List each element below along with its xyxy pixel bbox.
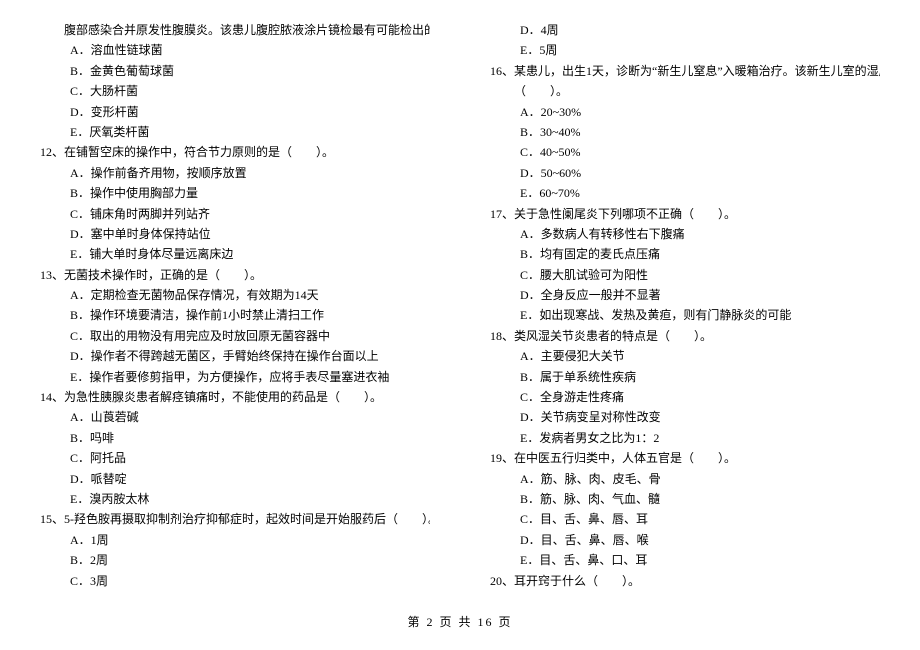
q19-option-d: D．目、舌、鼻、唇、喉: [490, 530, 880, 550]
q19-option-c: C．目、舌、鼻、唇、耳: [490, 509, 880, 529]
q18-option-a: A．主要侵犯大关节: [490, 346, 880, 366]
q18-option-d: D．关节病变呈对称性改变: [490, 407, 880, 427]
q16-option-c: C．40~50%: [490, 142, 880, 162]
q16-option-d: D．50~60%: [490, 163, 880, 183]
q13-option-b: B．操作环境要清洁，操作前1小时禁止清扫工作: [40, 305, 430, 325]
q13-option-d: D．操作者不得跨越无菌区，手臂始终保持在操作台面以上: [40, 346, 430, 366]
q17-option-e: E．如出现寒战、发热及黄疸，则有门静脉炎的可能: [490, 305, 880, 325]
q12-stem: 12、在铺暂空床的操作中，符合节力原则的是（ ）。: [40, 142, 430, 162]
q11-option-a: A．溶血性链球菌: [40, 40, 430, 60]
q12-option-e: E．铺大单时身体尽量远离床边: [40, 244, 430, 264]
q11-option-b: B．金黄色葡萄球菌: [40, 61, 430, 81]
q16-stem: 16、某患儿，出生1天，诊断为“新生儿窒息”入暖箱治疗。该新生儿室的湿度波动范围…: [490, 61, 880, 81]
q15-option-c: C．3周: [40, 571, 430, 591]
q13-stem: 13、无菌技术操作时，正确的是（ ）。: [40, 265, 430, 285]
q12-option-a: A．操作前备齐用物，按顺序放置: [40, 163, 430, 183]
q12-option-d: D．塞中单时身体保持站位: [40, 224, 430, 244]
q11-stem-continuation: 腹部感染合并原发性腹膜炎。该患儿腹腔脓液涂片镜检最有可能检出的致病菌是（ ）。: [40, 20, 430, 40]
q18-option-b: B．属于单系统性疾病: [490, 367, 880, 387]
q18-option-e: E．发病者男女之比为1：2: [490, 428, 880, 448]
q13-option-a: A．定期检查无菌物品保存情况，有效期为14天: [40, 285, 430, 305]
q14-option-d: D．哌替啶: [40, 469, 430, 489]
q12-option-b: B．操作中使用胸部力量: [40, 183, 430, 203]
q14-stem: 14、为急性胰腺炎患者解痉镇痛时，不能使用的药品是（ ）。: [40, 387, 430, 407]
q16-stem-continuation: （ ）。: [490, 81, 880, 101]
q14-option-e: E．溴丙胺太林: [40, 489, 430, 509]
q15-stem: 15、5-羟色胺再摄取抑制剂治疗抑郁症时，起效时间是开始服药后（ ）。: [40, 509, 430, 529]
q19-option-e: E．目、舌、鼻、口、耳: [490, 550, 880, 570]
q18-option-c: C．全身游走性疼痛: [490, 387, 880, 407]
q14-option-c: C．阿托品: [40, 448, 430, 468]
q17-option-b: B．均有固定的麦氏点压痛: [490, 244, 880, 264]
q16-option-e: E．60~70%: [490, 183, 880, 203]
q14-option-b: B．吗啡: [40, 428, 430, 448]
q13-option-e: E．操作者要修剪指甲，为方便操作，应将手表尽量塞进衣袖: [40, 367, 430, 387]
q15-option-b: B．2周: [40, 550, 430, 570]
q11-option-c: C．大肠杆菌: [40, 81, 430, 101]
q16-option-b: B．30~40%: [490, 122, 880, 142]
q15-option-a: A．1周: [40, 530, 430, 550]
q19-stem: 19、在中医五行归类中，人体五官是（ ）。: [490, 448, 880, 468]
q14-option-a: A．山莨菪碱: [40, 407, 430, 427]
q18-stem: 18、类风湿关节炎患者的特点是（ ）。: [490, 326, 880, 346]
q19-option-b: B．筋、脉、肉、气血、髓: [490, 489, 880, 509]
q15-option-e: E．5周: [490, 40, 880, 60]
q11-option-d: D．变形杆菌: [40, 102, 430, 122]
q13-option-c: C．取出的用物没有用完应及时放回原无菌容器中: [40, 326, 430, 346]
q17-option-c: C．腰大肌试验可为阳性: [490, 265, 880, 285]
q15-option-d: D．4周: [490, 20, 880, 40]
page-footer: 第 2 页 共 16 页: [40, 612, 880, 632]
q11-option-e: E．厌氧类杆菌: [40, 122, 430, 142]
exam-page-content: 腹部感染合并原发性腹膜炎。该患儿腹腔脓液涂片镜检最有可能检出的致病菌是（ ）。 …: [40, 20, 880, 600]
q17-option-a: A．多数病人有转移性右下腹痛: [490, 224, 880, 244]
q20-stem: 20、耳开窍于什么（ ）。: [490, 571, 880, 591]
q17-option-d: D．全身反应一般并不显著: [490, 285, 880, 305]
q12-option-c: C．铺床角时两脚并列站齐: [40, 204, 430, 224]
q17-stem: 17、关于急性阑尾炎下列哪项不正确（ ）。: [490, 204, 880, 224]
q16-option-a: A．20~30%: [490, 102, 880, 122]
q19-option-a: A．筋、脉、肉、皮毛、骨: [490, 469, 880, 489]
